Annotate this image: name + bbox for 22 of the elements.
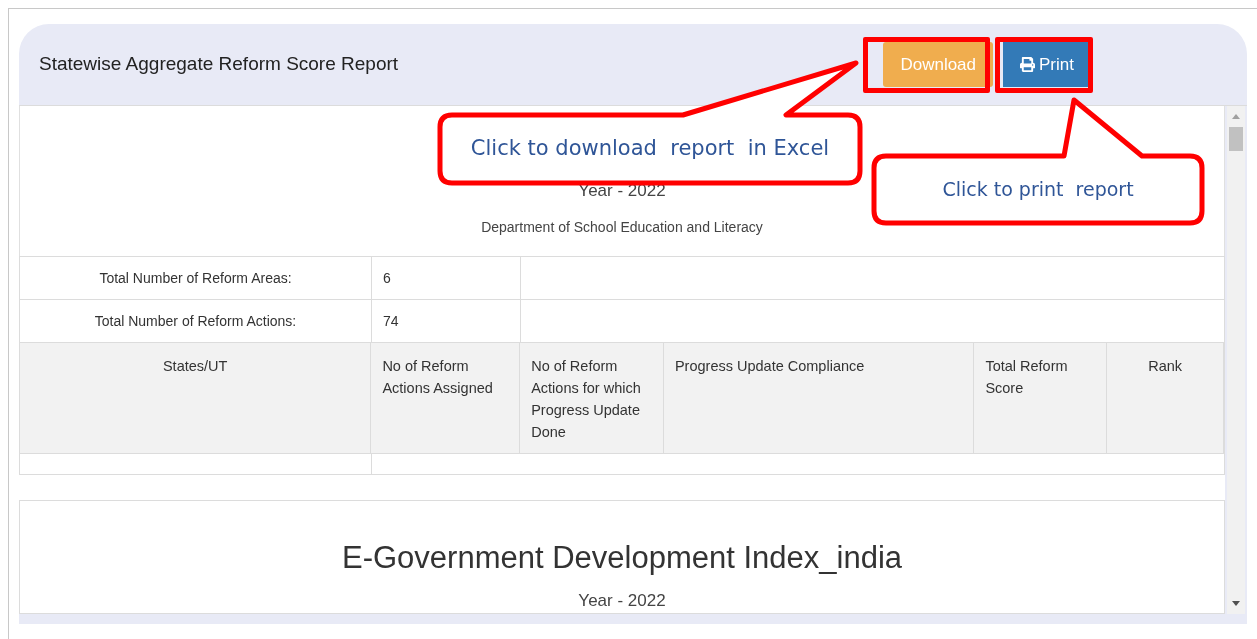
department-name: Department of School Education and Literacy [481, 218, 763, 238]
table-cell: 74 [372, 300, 521, 343]
column-header: No of Reform Actions for which Progress Update Done [520, 343, 664, 454]
table-cell: Total Number of Reform Areas: [20, 257, 372, 300]
column-header: Rank [1107, 343, 1224, 454]
column-header: States/UT [20, 343, 372, 454]
callout-text: Click to print report [942, 177, 1134, 203]
print-icon [1020, 57, 1036, 72]
callout-text: Click to download report in Excel [470, 135, 830, 163]
column-header: Progress Update Compliance [663, 343, 975, 454]
report-year: Year - 2022 [578, 589, 666, 612]
column-header: Total Reform Score [974, 343, 1108, 454]
table-cell: 6 [372, 257, 521, 300]
print-button[interactable]: Print [1003, 42, 1091, 87]
scrollbar-thumb[interactable] [1229, 127, 1243, 151]
scroll-up-icon [1232, 114, 1240, 119]
scroll-down-icon [1232, 601, 1240, 606]
scrollbar[interactable] [1227, 106, 1245, 614]
report-title: E-Government Development Index_india [342, 539, 902, 577]
card-title: Statewise Aggregate Reform Score Report [39, 52, 399, 77]
table-cell: Total Number of Reform Actions: [20, 300, 372, 343]
column-header: No of Reform Actions Assigned [371, 343, 521, 454]
